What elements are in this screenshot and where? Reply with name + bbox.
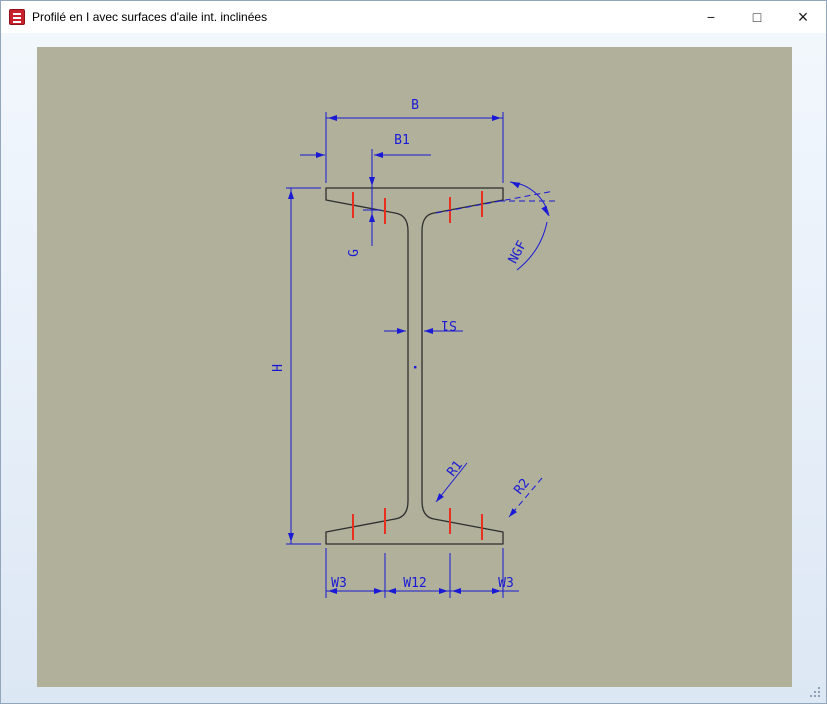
dimension-r2: R2 — [508, 476, 543, 518]
dim-label-s1: S1 — [441, 317, 457, 332]
app-icon[interactable] — [9, 9, 25, 25]
dim-label-w12: W12 — [403, 576, 426, 591]
dimension-ngf: NGF — [435, 181, 555, 271]
maximize-button[interactable]: □ — [734, 1, 780, 33]
dimension-r1: R1 — [435, 458, 468, 503]
profile-drawing: B B1 G H S1 NGF R1 R2 W3 W12 W3 — [271, 98, 555, 598]
dimension-h: H — [271, 187, 321, 545]
minimize-button[interactable]: − — [688, 1, 734, 33]
dim-label-r1: R1 — [445, 458, 466, 480]
dim-label-w3-left: W3 — [331, 576, 347, 591]
title-bar: Profilé en I avec surfaces d'aile int. i… — [1, 1, 826, 33]
dialog-window: Profilé en I avec surfaces d'aile int. i… — [0, 0, 827, 704]
dim-label-b1: B1 — [394, 133, 410, 148]
dim-label-b: B — [411, 98, 419, 113]
dim-label-h: H — [271, 364, 286, 372]
profile-outline — [325, 187, 504, 545]
dim-label-g: G — [347, 249, 362, 257]
close-button[interactable]: × — [780, 1, 826, 33]
dim-label-r2: R2 — [512, 476, 533, 498]
resize-grip[interactable] — [809, 686, 822, 699]
dim-label-w3-right: W3 — [498, 576, 514, 591]
center-mark — [414, 366, 417, 369]
dimension-b: B — [325, 98, 504, 183]
drawing-canvas: B B1 G H S1 NGF R1 R2 W3 W12 W3 — [37, 47, 792, 687]
dimension-w: W3 W12 W3 — [325, 548, 519, 598]
window-title: Profilé en I avec surfaces d'aile int. i… — [32, 10, 268, 24]
dimension-b1: B1 — [300, 133, 431, 246]
dimension-s1: S1 — [384, 317, 463, 334]
window-controls: − □ × — [688, 1, 826, 33]
